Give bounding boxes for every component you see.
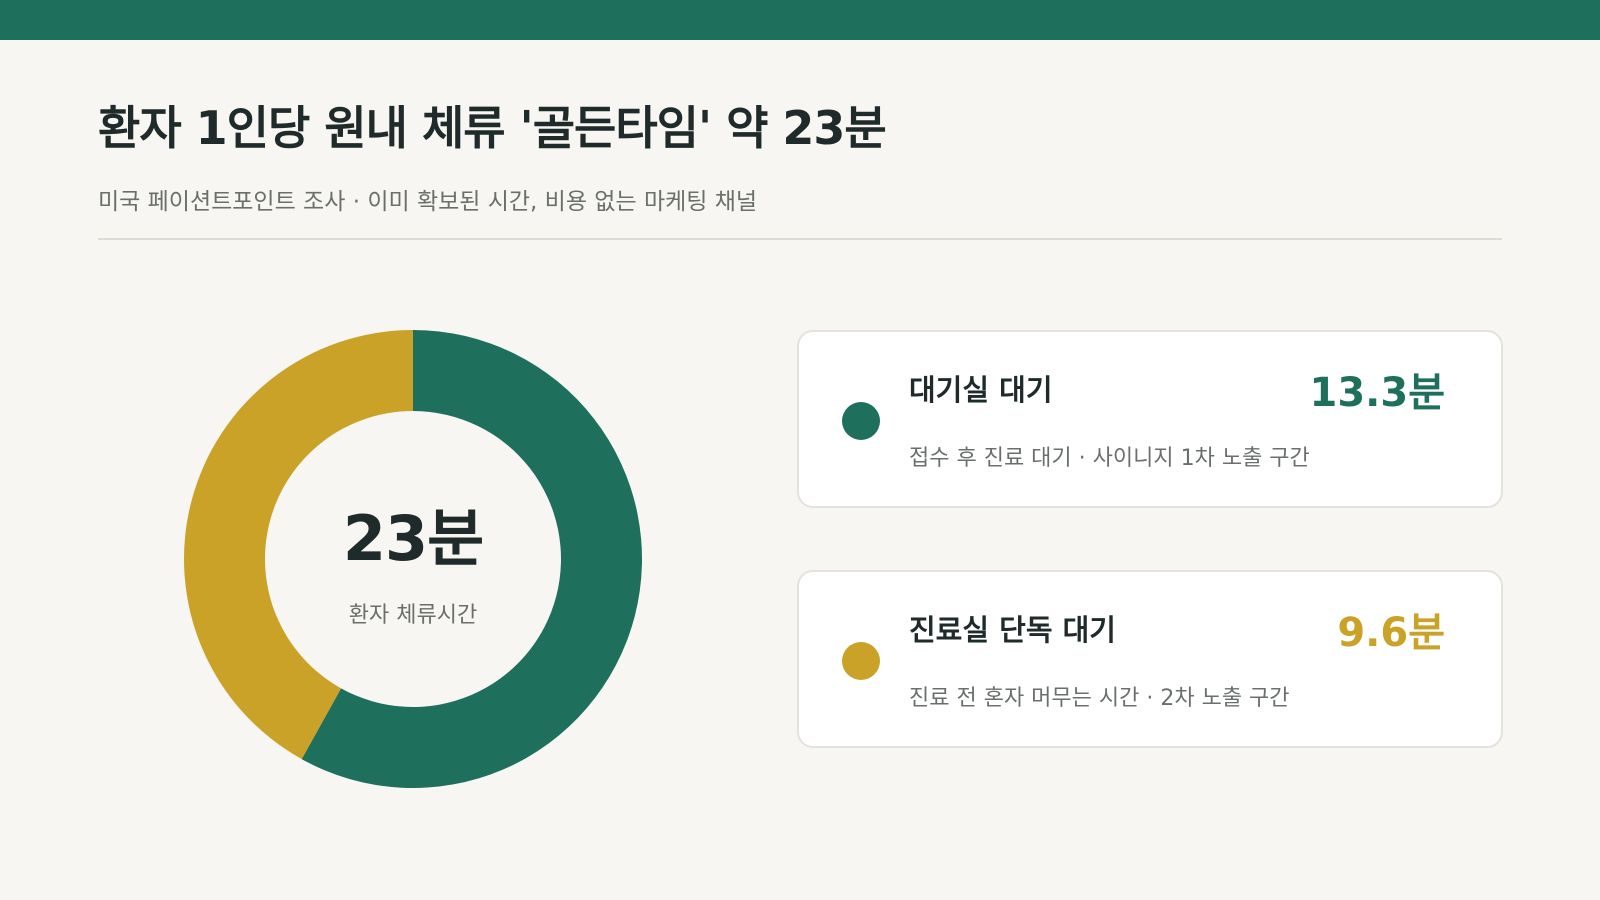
- legend-desc-exam-room: 진료 전 혼자 머무는 시간 · 2차 노출 구간: [909, 686, 1290, 711]
- page-subtitle: 미국 페이션트포인트 조사 · 이미 확보된 시간, 비용 없는 마케팅 채널: [98, 189, 758, 215]
- legend-card-exam-room: 진료실 단독 대기 9.6분 진료 전 혼자 머무는 시간 · 2차 노출 구간: [797, 570, 1503, 748]
- legend-value-exam-room: 9.6분: [1337, 610, 1445, 656]
- legend-label-exam-room: 진료실 단독 대기: [909, 613, 1116, 647]
- legend-dot-waiting-room: [842, 402, 880, 440]
- legend-value-waiting-room: 13.3분: [1309, 370, 1446, 416]
- page-title: 환자 1인당 원내 체류 '골든타임' 약 23분: [98, 101, 887, 155]
- top-accent-bar: [0, 0, 1600, 40]
- legend-label-waiting-room: 대기실 대기: [909, 373, 1053, 407]
- legend-dot-exam-room: [842, 642, 880, 680]
- header-divider: [98, 238, 1502, 240]
- legend-card-waiting-room: 대기실 대기 13.3분 접수 후 진료 대기 · 사이니지 1차 노출 구간: [797, 330, 1503, 508]
- donut-center-label: 환자 체류시간: [348, 603, 478, 628]
- legend-desc-waiting-room: 접수 후 진료 대기 · 사이니지 1차 노출 구간: [909, 446, 1310, 471]
- donut-center-value: 23분: [342, 502, 484, 575]
